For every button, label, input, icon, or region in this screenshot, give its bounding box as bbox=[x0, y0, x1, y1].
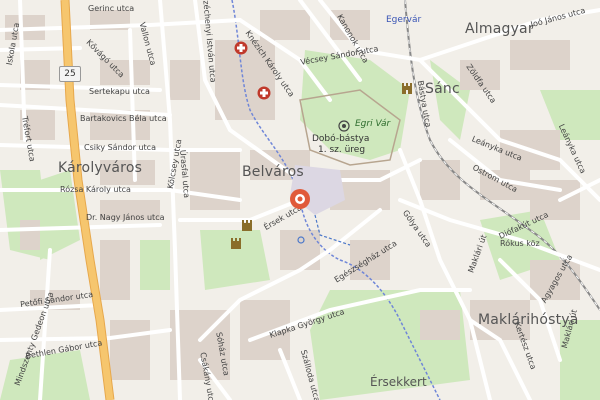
district-label-sanc: Sánc bbox=[425, 81, 460, 97]
district-label-karolyvaros: Károlyváros bbox=[58, 160, 143, 176]
viewpoint-icon[interactable] bbox=[338, 120, 350, 132]
poi-label-dobo-bastya: Dobó-bástya bbox=[312, 134, 370, 144]
street-label: Csiky Sándor utca bbox=[84, 143, 156, 152]
street-label: Sertekapu utca bbox=[89, 87, 150, 96]
hospital-icon[interactable] bbox=[234, 41, 248, 55]
district-label-ersekkert: Érsekkert bbox=[370, 375, 427, 389]
map-view[interactable]: Almagyar Sánc Károlyváros Belváros Maklá… bbox=[0, 0, 600, 400]
map-pin-icon[interactable] bbox=[289, 188, 311, 210]
district-label-belvaros: Belváros bbox=[242, 164, 304, 180]
road-shield-25: 25 bbox=[59, 66, 81, 82]
poi-label-egri-var: Egri Vár bbox=[355, 119, 391, 129]
poi-label-egervar: Egervár bbox=[386, 15, 422, 25]
district-label-maklarihostya: Maklárihóstya bbox=[478, 312, 579, 328]
district-label-almagyar: Almagyar bbox=[465, 21, 534, 37]
castle-icon[interactable] bbox=[229, 236, 243, 250]
street-label: Rókus köz bbox=[500, 239, 540, 248]
poi-label-urege: 1. sz. üreg bbox=[318, 145, 366, 155]
castle-icon[interactable] bbox=[400, 81, 414, 95]
location-dot-icon bbox=[297, 236, 305, 244]
street-label: Dr. Nagy János utca bbox=[86, 213, 165, 222]
street-label: Bartakovics Béla utca bbox=[80, 114, 167, 123]
street-label: Rózsa Károly utca bbox=[60, 185, 131, 194]
castle-icon[interactable] bbox=[240, 218, 254, 232]
hospital-icon[interactable] bbox=[257, 86, 271, 100]
street-label: Gerinc utca bbox=[88, 4, 135, 13]
